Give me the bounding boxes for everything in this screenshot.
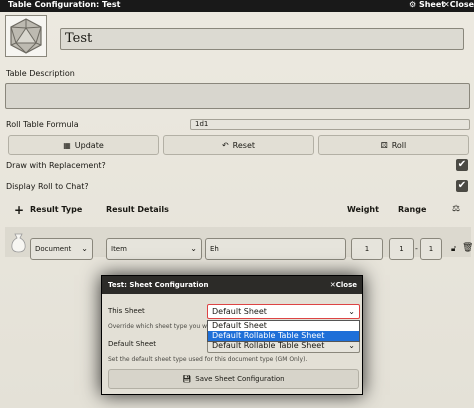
range-low-input[interactable]: 1 — [389, 238, 414, 260]
add-result-button[interactable]: + — [14, 203, 24, 217]
replacement-label: Draw with Replacement? — [6, 161, 106, 170]
formula-input[interactable]: 1d1 — [190, 119, 470, 130]
table-name-input[interactable]: Test — [60, 28, 464, 50]
range-separator: - — [415, 244, 418, 253]
this-sheet-dropdown: Default Sheet Default Rollable Table She… — [207, 320, 360, 342]
dropdown-option[interactable]: Default Rollable Table Sheet — [208, 331, 359, 341]
window-title: Table Configuration: Test — [8, 0, 121, 9]
chevron-down-icon: ⌄ — [81, 244, 88, 253]
dice-icon: ⚄ — [380, 140, 388, 150]
check-icon: ✔ — [457, 159, 467, 170]
result-collection-select[interactable]: Item ⌄ — [106, 238, 202, 260]
weight-input[interactable]: 1 — [351, 238, 383, 260]
header-weight: Weight — [347, 205, 379, 214]
this-sheet-select[interactable]: Default Sheet ⌄ — [207, 304, 360, 319]
header-result-type: Result Type — [30, 205, 83, 214]
dialog-titlebar[interactable]: Test: Sheet Configuration ✕Close — [102, 276, 362, 294]
header-range: Range — [398, 205, 427, 214]
this-sheet-label: This Sheet — [108, 307, 145, 315]
header-result-details: Result Details — [106, 205, 169, 214]
result-type-select[interactable]: Document ⌄ — [30, 238, 93, 260]
default-sheet-hint: Set the default sheet type used for this… — [108, 356, 308, 363]
table-image[interactable] — [5, 15, 47, 57]
balance-scale-icon[interactable]: ⚖ — [452, 204, 460, 214]
save-icon: 💾︎ — [182, 375, 192, 383]
chevron-down-icon: ⌄ — [190, 244, 197, 253]
d20-icon — [10, 18, 42, 54]
close-window-button[interactable]: ✕Close — [443, 0, 474, 10]
chevron-down-icon: ⌄ — [348, 307, 355, 316]
lock-icon[interactable]: 🔓︎ — [451, 244, 456, 254]
range-high-input[interactable]: 1 — [420, 238, 442, 260]
close-icon: ✕ — [443, 0, 450, 9]
bag-icon — [11, 233, 26, 253]
gear-icon: ⚙ — [409, 0, 417, 9]
sheet-config-button[interactable]: ⚙ Sheet — [409, 0, 445, 10]
description-field[interactable] — [5, 83, 470, 109]
formula-label: Roll Table Formula — [6, 120, 79, 129]
this-sheet-hint: Override which sheet type you wo — [108, 323, 211, 330]
display-roll-label: Display Roll to Chat? — [6, 182, 89, 191]
display-roll-checkbox[interactable]: ✔ — [456, 180, 468, 192]
replacement-checkbox[interactable]: ✔ — [456, 159, 468, 171]
description-label: Table Description — [6, 69, 75, 78]
check-icon: ✔ — [457, 180, 467, 191]
roll-button[interactable]: ⚄ Roll — [318, 135, 469, 155]
default-sheet-label: Default Sheet — [108, 340, 157, 348]
result-text-input[interactable]: Eh — [205, 238, 346, 260]
window-titlebar[interactable]: Table Configuration: Test ⚙ Sheet ✕Close — [0, 0, 474, 12]
trash-icon[interactable]: 🗑︎ — [462, 243, 473, 253]
undo-icon: ↶ — [221, 140, 229, 150]
update-button[interactable]: ▦ Update — [8, 135, 159, 155]
save-sheet-config-button[interactable]: 💾︎ Save Sheet Configuration — [108, 369, 359, 389]
calculator-icon: ▦ — [63, 140, 71, 150]
result-image[interactable] — [10, 231, 27, 253]
reset-button[interactable]: ↶ Reset — [163, 135, 314, 155]
dropdown-option[interactable]: Default Sheet — [208, 321, 359, 331]
dialog-close-button[interactable]: ✕Close — [330, 276, 357, 294]
dialog-title: Test: Sheet Configuration — [108, 281, 209, 289]
